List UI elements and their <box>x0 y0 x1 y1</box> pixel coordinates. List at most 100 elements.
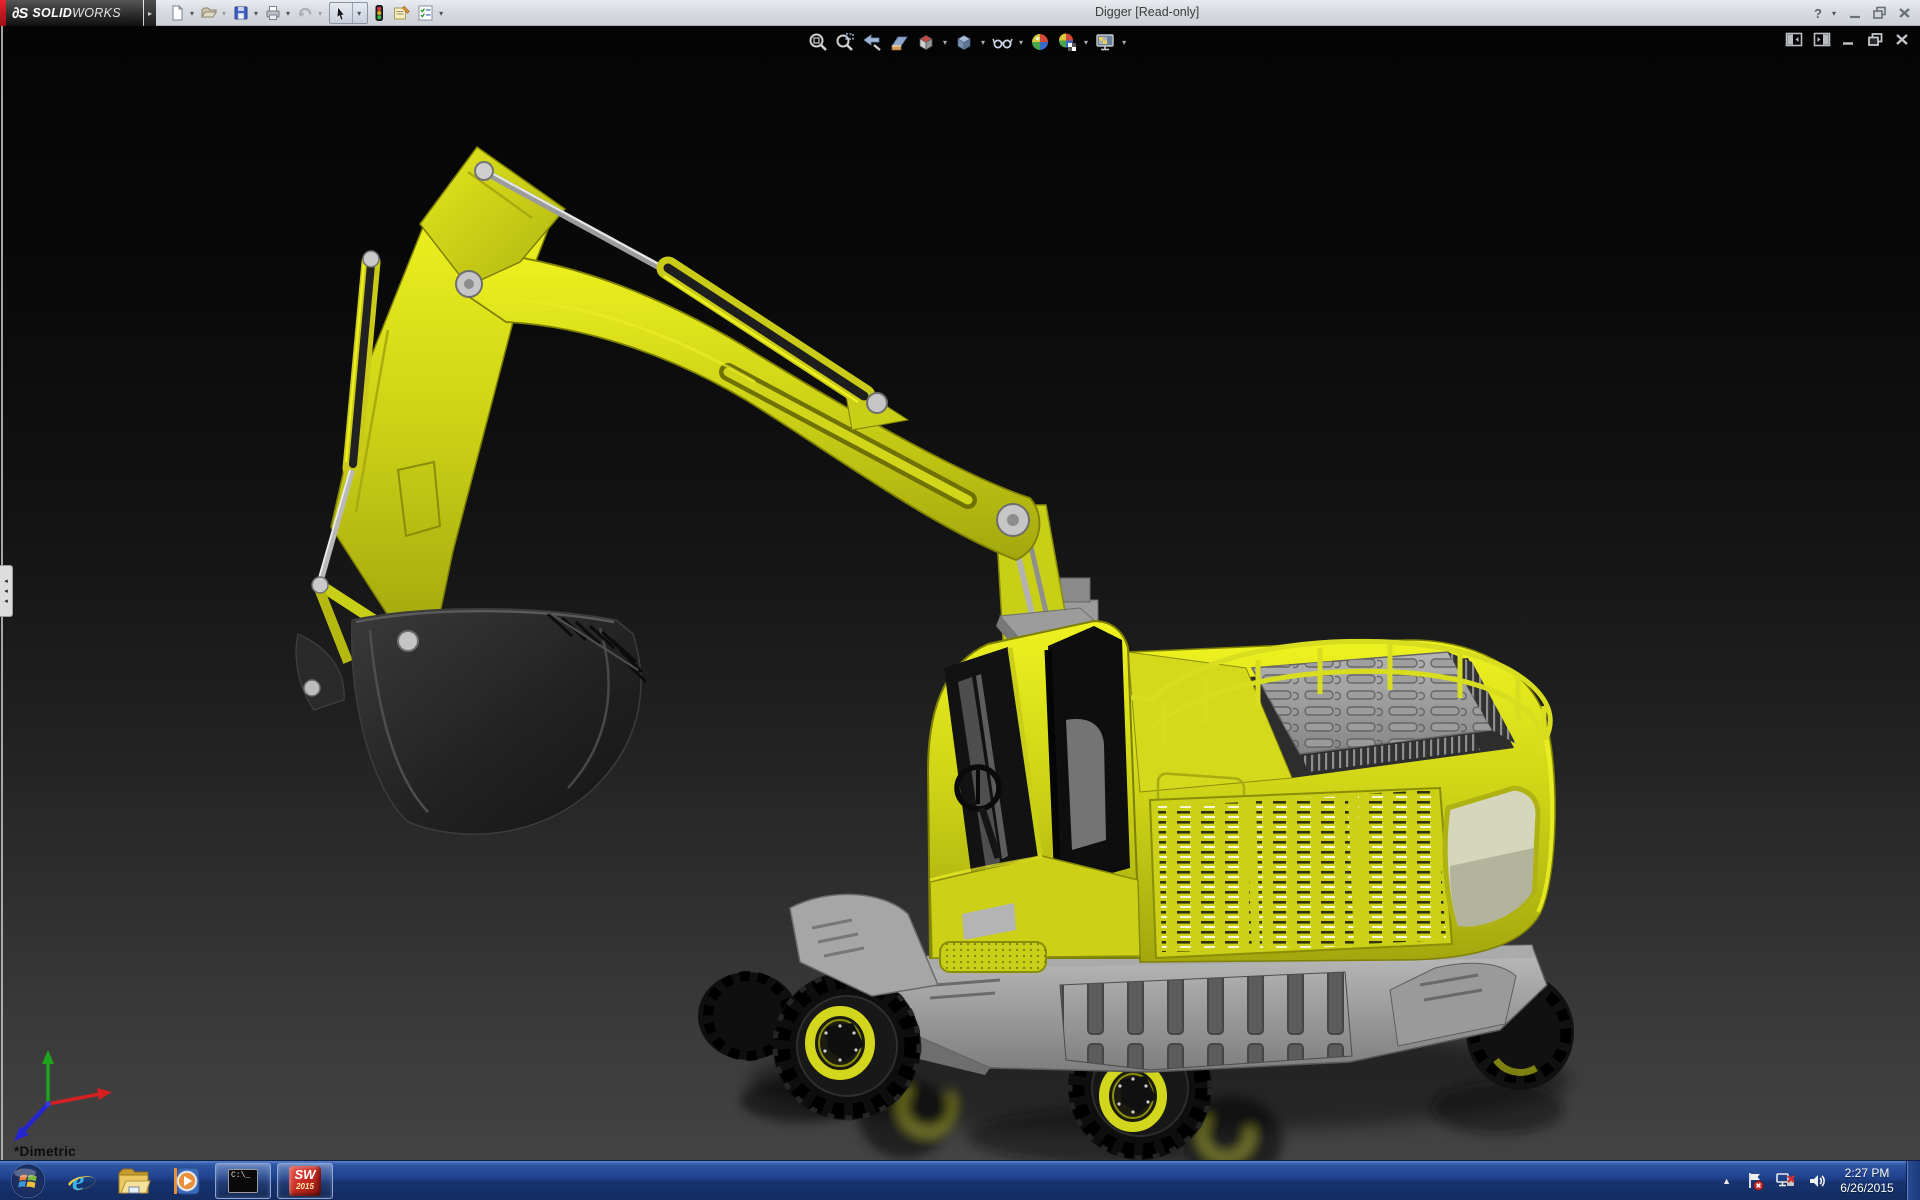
digger-model <box>0 0 1920 1200</box>
graphics-viewport[interactable]: ◂ ◂ ◂ <box>0 26 1920 1160</box>
new-document-button[interactable] <box>166 2 188 24</box>
action-center-button[interactable] <box>1740 1171 1770 1191</box>
show-hidden-icons-button[interactable]: ▲ <box>1713 1176 1740 1186</box>
hide-show-dropdown[interactable]: ▾ <box>1017 38 1025 47</box>
appearance-sphere-icon <box>1029 31 1051 53</box>
undo-dropdown[interactable]: ▾ <box>317 9 325 18</box>
section-view-icon <box>888 31 910 53</box>
apply-scene-dropdown[interactable]: ▾ <box>1082 38 1090 47</box>
start-button[interactable] <box>0 1161 56 1200</box>
view-settings-dropdown[interactable]: ▾ <box>1120 38 1128 47</box>
rear-left-wheel <box>698 972 798 1060</box>
select-cursor-icon <box>333 5 349 22</box>
window-title: Digger [Read-only] <box>1095 5 1199 19</box>
save-floppy-icon <box>232 4 250 22</box>
restore-button[interactable] <box>1872 6 1888 20</box>
zoom-to-fit-button[interactable] <box>806 30 830 54</box>
zoom-to-fit-icon <box>807 31 829 53</box>
minimize-button[interactable] <box>1848 7 1863 20</box>
network-status-button[interactable] <box>1770 1171 1802 1191</box>
chassis <box>878 902 1547 1075</box>
traffic-light-button[interactable] <box>369 2 389 24</box>
bucket-cylinder <box>318 251 379 583</box>
zoom-to-area-icon <box>834 31 856 53</box>
undo-button[interactable] <box>294 2 316 24</box>
bucket <box>352 609 646 834</box>
eyeglasses-icon <box>991 31 1013 53</box>
options-dropdown[interactable]: ▾ <box>438 9 446 18</box>
taskbar-command-prompt[interactable]: C:\_ <box>215 1163 271 1199</box>
help-dropdown[interactable]: ▾ <box>1831 9 1839 18</box>
taskbar-windows-explorer[interactable] <box>108 1161 160 1200</box>
minimize-document-button[interactable] <box>1841 32 1857 47</box>
menu-expand-tab[interactable]: ▸ <box>144 0 156 26</box>
print-button[interactable] <box>262 2 284 24</box>
body-deck <box>1062 640 1555 962</box>
taskbar-internet-explorer[interactable]: e <box>56 1161 108 1200</box>
document-window-controls <box>1785 32 1910 47</box>
previous-view-button[interactable] <box>860 30 884 54</box>
apex-plate <box>420 147 565 286</box>
view-settings-icon <box>1094 31 1116 53</box>
title-bar: ∂S SOLIDWORKS ▸ ▾ ▾ <box>0 0 1920 26</box>
apply-scene-button[interactable] <box>1055 30 1079 54</box>
rear-window <box>1445 788 1538 929</box>
open-button[interactable] <box>198 2 220 24</box>
taskbar-solidworks-2015[interactable]: SW 2015 <box>277 1163 333 1199</box>
front-fender <box>790 894 938 996</box>
orientation-triad <box>14 1050 112 1141</box>
options-checklist-button[interactable] <box>414 2 437 24</box>
view-orientation-label: *Dimetric <box>14 1144 76 1159</box>
bucket-linkage <box>296 577 405 710</box>
taskbar-media-player[interactable] <box>160 1161 212 1200</box>
view-orientation-button[interactable] <box>914 30 938 54</box>
toggle-left-pane-button[interactable] <box>1785 32 1803 47</box>
view-orientation-dropdown[interactable]: ▾ <box>941 38 949 47</box>
new-dropdown[interactable]: ▾ <box>189 9 197 18</box>
taskbar-clock[interactable]: 2:27 PM 6/26/2015 <box>1832 1166 1902 1196</box>
boom <box>462 252 1039 560</box>
save-dropdown[interactable]: ▾ <box>253 9 261 18</box>
hide-show-items-button[interactable] <box>990 30 1014 54</box>
feature-panel-collapse-tab[interactable]: ◂ ◂ ◂ <box>0 565 13 617</box>
save-button[interactable] <box>230 2 252 24</box>
front-wheel <box>773 972 921 1120</box>
select-tool-button[interactable] <box>330 3 352 23</box>
heads-up-view-toolbar: ▾ ▾ ▾ <box>806 29 1128 55</box>
folder-icon <box>116 1165 152 1197</box>
toggle-right-pane-button[interactable] <box>1813 32 1831 47</box>
display-style-button[interactable] <box>952 30 976 54</box>
help-button[interactable]: ? <box>1814 6 1822 21</box>
view-settings-button[interactable] <box>1093 30 1117 54</box>
volume-button[interactable] <box>1802 1171 1832 1191</box>
print-dropdown[interactable]: ▾ <box>285 9 293 18</box>
section-view-button[interactable] <box>887 30 911 54</box>
zoom-to-area-button[interactable] <box>833 30 857 54</box>
edit-appearance-button[interactable] <box>1028 30 1052 54</box>
system-tray: ▲ <box>1713 1161 1920 1200</box>
internet-explorer-icon: e <box>65 1164 99 1198</box>
show-desktop-button[interactable] <box>1906 1161 1920 1200</box>
sw-letters: SW <box>289 1166 321 1183</box>
windows-taskbar: e C:\_ <box>0 1160 1920 1200</box>
steering-wheel <box>957 767 999 858</box>
speaker-icon <box>1807 1171 1827 1191</box>
edit-note-icon <box>392 4 411 22</box>
clock-time: 2:27 PM <box>1832 1166 1902 1181</box>
wordmark-light: WORKS <box>72 6 121 20</box>
bucket-teeth <box>548 614 646 682</box>
cmd-text: C:\_ <box>231 1171 250 1180</box>
edit-note-button[interactable] <box>390 2 413 24</box>
rear-wheel <box>1068 1016 1212 1160</box>
collapse-arrow: ◂ <box>4 598 8 605</box>
open-dropdown[interactable]: ▾ <box>221 9 229 18</box>
display-style-icon <box>953 31 975 53</box>
close-button[interactable] <box>1897 6 1912 20</box>
display-style-dropdown[interactable]: ▾ <box>979 38 987 47</box>
apply-scene-icon <box>1056 31 1078 53</box>
restore-document-button[interactable] <box>1867 32 1884 47</box>
close-document-button[interactable] <box>1894 32 1910 47</box>
select-tool-dropdown[interactable]: ▾ <box>352 3 367 23</box>
joint-pins <box>398 162 1029 651</box>
deck-railing <box>1062 641 1550 754</box>
